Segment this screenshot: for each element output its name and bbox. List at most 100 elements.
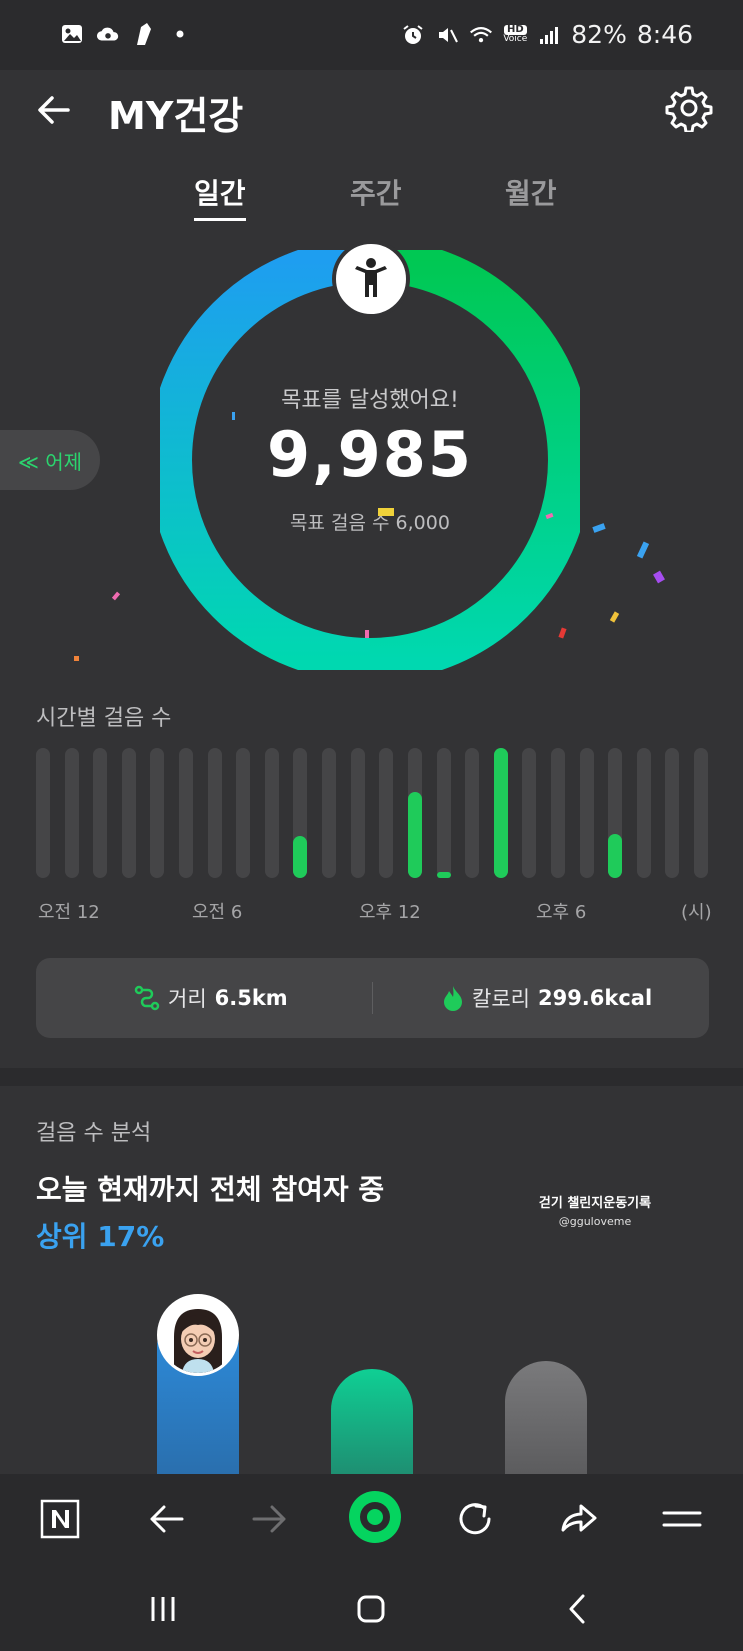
yesterday-button[interactable]: ≪ 어제: [0, 430, 100, 490]
axis-label-0: 오전 12: [38, 902, 100, 923]
browser-back-button[interactable]: [141, 1494, 191, 1544]
arrow-left-icon: [38, 96, 70, 124]
stats-divider: [372, 982, 373, 1014]
hamburger-menu-icon: [662, 1511, 702, 1527]
calorie-value: 299.6kcal: [537, 986, 653, 1010]
hour-bar-fill: [493, 748, 508, 878]
arrow-left-icon: [150, 1505, 184, 1533]
signal-icon: [537, 23, 561, 47]
user-avatar-icon: [160, 1297, 236, 1373]
hd-voice-icon: HD Voice: [503, 25, 527, 44]
calorie-label: 칼로리: [472, 987, 530, 1011]
back-button[interactable]: [34, 90, 74, 130]
chevron-left-icon: [569, 1594, 585, 1624]
route-icon: [134, 985, 160, 1011]
wifi-icon: [469, 23, 493, 47]
share-button[interactable]: [553, 1494, 603, 1544]
hour-bar-track: [64, 748, 79, 878]
axis-label-1: 오전 6: [192, 902, 243, 923]
status-notifications: [60, 22, 192, 46]
hour-bar-track: [665, 748, 680, 878]
hour-bar-track: [207, 748, 222, 878]
app-notification-icon: [132, 22, 156, 46]
person-badge: [332, 240, 410, 318]
refresh-icon: [459, 1503, 491, 1535]
hour-bar-track: [694, 748, 708, 878]
alarm-icon: [401, 23, 425, 47]
watermark: 걷기 챌린지운동기록 @gguloveme: [510, 1192, 680, 1228]
hour-bar-track: [236, 748, 251, 878]
hourly-steps-chart: [36, 748, 708, 880]
person-walking-icon: [355, 258, 387, 297]
goal-step-count: 목표 걸음 수 6,000: [290, 512, 450, 534]
browser-forward-button[interactable]: [245, 1494, 295, 1544]
hour-bar-track: [465, 748, 480, 878]
mute-icon: [435, 23, 459, 47]
avatar: [157, 1294, 239, 1376]
hour-bar-track: [293, 748, 308, 878]
analysis-headline: 오늘 현재까지 전체 참여자 중: [36, 1173, 385, 1206]
axis-label-4: (시): [681, 902, 712, 923]
hour-bar-track: [407, 748, 422, 878]
hour-bar-track: [436, 748, 451, 878]
distance-value: 6.5km: [214, 986, 288, 1010]
calorie-stat: 칼로리 299.6kcal: [442, 958, 652, 1038]
hour-bar-track: [322, 748, 337, 878]
goal-achieved-message: 목표를 달성했어요!: [281, 388, 459, 413]
period-tabs: 일간 주간 월간: [0, 172, 743, 222]
hour-bar-track: [608, 748, 623, 878]
hour-bar-track: [379, 748, 394, 878]
hour-bar-track: [150, 748, 165, 878]
battery-level: 82%: [571, 20, 627, 49]
cloud-sync-icon: [96, 22, 120, 46]
watermark-handle: @gguloveme: [558, 1215, 632, 1228]
distance-stat: 거리 6.5km: [134, 958, 288, 1038]
tab-monthly[interactable]: 월간: [505, 172, 557, 212]
system-navigation-bar: [0, 1564, 743, 1651]
flame-icon: [444, 986, 462, 1011]
hour-bar-track: [350, 748, 365, 878]
home-icon: [357, 1595, 385, 1623]
more-notifications-dot-icon: [168, 22, 192, 46]
hourly-axis: 오전 12 오전 6 오후 12 오후 6 (시): [0, 898, 743, 928]
share-arrow-icon: [561, 1504, 597, 1532]
yesterday-label: ≪ 어제: [17, 449, 83, 474]
hour-bar-track: [264, 748, 279, 878]
analysis-rank: 상위 17%: [36, 1220, 165, 1253]
tab-daily[interactable]: 일간: [194, 172, 246, 221]
voice-label: Voice: [503, 34, 528, 44]
naver-n-icon: [40, 1499, 80, 1539]
recent-apps-button[interactable]: [138, 1584, 188, 1634]
green-dot-icon: [349, 1491, 401, 1543]
step-count: 9,985: [266, 418, 474, 491]
average-rank-pillar: [331, 1369, 413, 1474]
hour-bar-track: [493, 748, 508, 878]
naver-home-button[interactable]: [35, 1494, 85, 1544]
hour-bar-track: [93, 748, 108, 878]
distance-label: 거리: [168, 987, 207, 1011]
top-rank-pillar: [505, 1361, 587, 1474]
menu-button[interactable]: [657, 1494, 707, 1544]
hour-bar-track: [179, 748, 194, 878]
hour-bar-track: [550, 748, 565, 878]
settings-button[interactable]: [665, 84, 713, 134]
axis-label-3: 오후 6: [536, 902, 587, 923]
green-dot-button[interactable]: [346, 1488, 404, 1546]
arrow-right-icon: [252, 1505, 286, 1533]
hour-bar-track: [522, 748, 537, 878]
refresh-button[interactable]: [450, 1494, 500, 1544]
tab-weekly[interactable]: 주간: [350, 172, 402, 212]
hour-bar-track: [36, 748, 50, 878]
hour-bar-fill: [293, 836, 308, 878]
gallery-icon: [60, 22, 84, 46]
home-button[interactable]: [346, 1584, 396, 1634]
hour-bar-fill: [407, 792, 422, 878]
hourly-steps-title: 시간별 걸음 수: [36, 706, 172, 731]
system-back-button[interactable]: [553, 1584, 603, 1634]
page-title: MY건강: [108, 94, 244, 138]
hour-bar-fill: [608, 833, 623, 878]
analysis-section-label: 걸음 수 분석: [36, 1121, 152, 1146]
watermark-title: 걷기 챌린지운동기록: [538, 1196, 652, 1211]
browser-toolbar: [0, 1474, 743, 1564]
hour-bar-track: [121, 748, 136, 878]
